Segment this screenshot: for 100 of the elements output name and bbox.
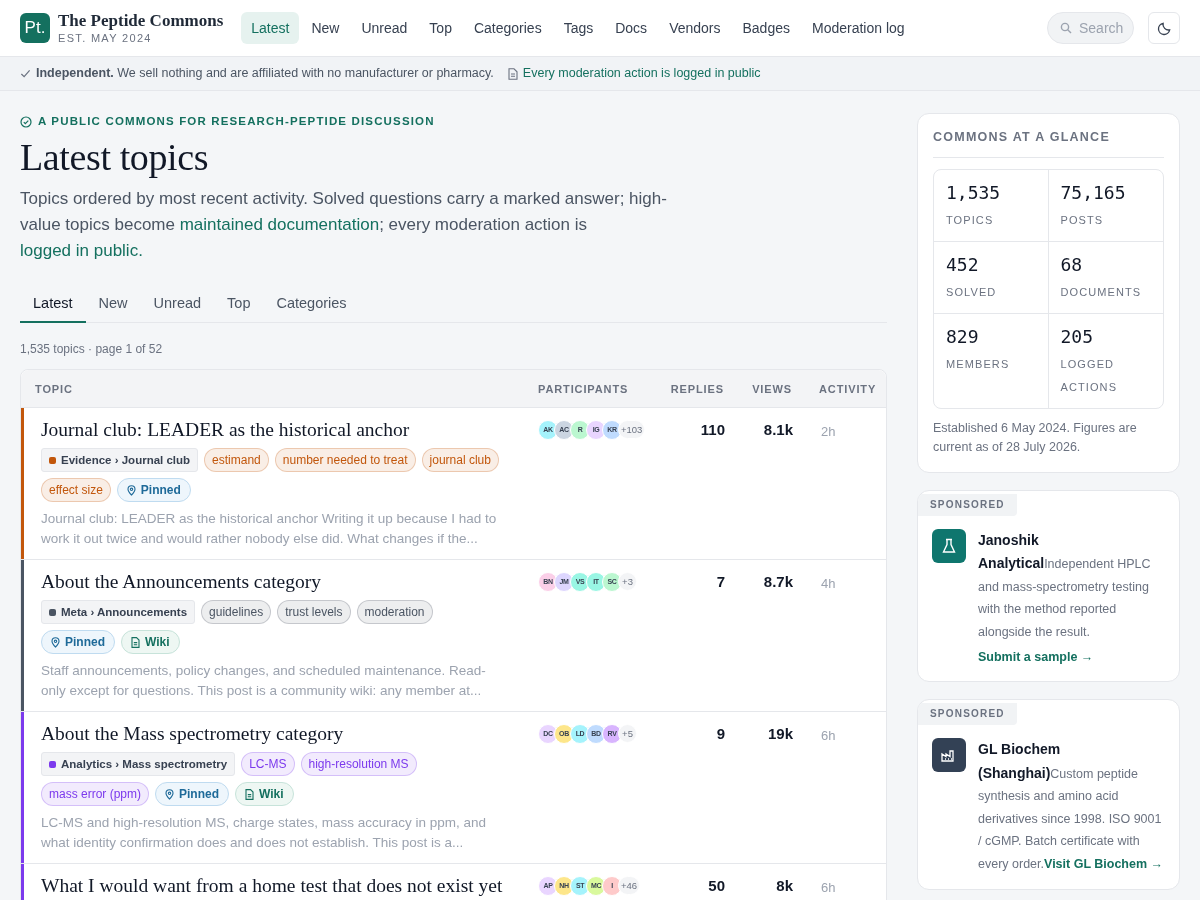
tag-chip[interactable]: number needed to treat (274, 448, 416, 473)
category-chip[interactable]: Analytics › Mass spectrometry (41, 752, 236, 777)
tab[interactable]: Latest (20, 286, 86, 324)
nav-link[interactable]: Vendors (659, 12, 731, 44)
stat-value: 75,165 (1060, 180, 1127, 205)
sponsored-label: SPONSORED (918, 493, 1017, 516)
topic-title[interactable]: What I would want from a home test that does not exist yet (41, 874, 509, 898)
tag-chip[interactable]: guidelines (201, 600, 272, 625)
tab[interactable]: Top (214, 286, 264, 324)
participant-count: +46 (618, 876, 641, 896)
sponsor-link[interactable]: Visit GL Biochem → (1044, 856, 1164, 871)
badge-check-icon (20, 115, 32, 128)
category-chip[interactable]: Meta › Announcements (41, 600, 196, 625)
moon-icon (1156, 20, 1172, 36)
stat-label: DOCUMENTS (1060, 284, 1143, 300)
site-established: EST. MAY 2024 (58, 31, 153, 45)
topic-count: 1,535 topics · page 1 of 52 (20, 341, 164, 359)
document-icon (245, 788, 255, 800)
pinned-badge: Pinned (116, 478, 191, 503)
stat-value: 205 (1060, 324, 1094, 349)
search-field[interactable]: Search (1047, 12, 1134, 44)
view-count: 19k (767, 724, 793, 745)
tag-chip[interactable]: effect size (41, 478, 111, 503)
column-header: TOPIC (34, 381, 74, 397)
column-header: VIEWS (751, 381, 792, 397)
view-count: 8.7k (763, 572, 793, 593)
card-title: COMMONS AT A GLANCE (933, 128, 1164, 158)
reply-count: 7 (716, 572, 725, 593)
topic-title[interactable]: About the Announcements category (41, 570, 509, 594)
inline-link[interactable]: maintained documentation (179, 215, 380, 235)
stat-value: 68 (1060, 252, 1084, 277)
topic-row[interactable] (21, 712, 886, 865)
column-header: REPLIES (669, 381, 724, 397)
participant-count: +3 (618, 572, 637, 592)
nav-link[interactable]: Categories (463, 12, 552, 44)
factory-icon (941, 748, 957, 762)
column-header: PARTICIPANTS (537, 381, 630, 397)
pin-icon (126, 484, 136, 496)
participant-count: +5 (618, 724, 637, 744)
sponsor-link[interactable]: Submit a sample → (978, 648, 1165, 667)
sponsored-label: SPONSORED (918, 703, 1017, 725)
topic-title[interactable]: Journal club: LEADER as the historical anchor (41, 418, 509, 442)
tag-chip[interactable]: mass error (ppm) (41, 782, 149, 807)
activity-time: 2h (821, 424, 836, 440)
moderation-log-link[interactable]: Every moderation action is logged in public (507, 64, 761, 83)
pinned-badge: Pinned (41, 630, 115, 655)
pinned-badge: Pinned (155, 782, 230, 807)
pin-icon (165, 788, 174, 800)
view-count: 8.1k (763, 420, 793, 441)
logo-icon: Pt. (20, 13, 50, 43)
stat-label: SOLVED (946, 284, 998, 300)
tag-chip[interactable]: journal club (421, 448, 499, 473)
activity-time: 6h (821, 880, 836, 896)
view-count: 8k (776, 876, 793, 897)
tag-chip[interactable]: LC-MS (241, 752, 295, 777)
category-chip[interactable]: Evidence › Journal club (41, 448, 199, 473)
nav-link[interactable]: Moderation log (802, 12, 915, 44)
topic-excerpt: Staff announcements, policy changes, and scheduled maintenance. Read-only except for questions. This post is a community wiki: any member at... (41, 662, 487, 701)
wiki-badge: Wiki (121, 630, 180, 655)
sponsor-description: GL Biochem (Shanghai)Custom peptide synthesis and amino acid derivatives since 1998. ISO 9001 / cGMP. Batch certificate with every order.Visit GL Biochem → (978, 740, 1165, 873)
check-icon (20, 68, 31, 79)
stat-value: 829 (946, 324, 980, 349)
topic-row[interactable] (21, 408, 886, 561)
topic-title[interactable]: About the Mass spectrometry category (41, 722, 509, 746)
tab[interactable]: Categories (263, 286, 360, 324)
stat-label: LOGGED ACTIONS (1060, 356, 1119, 395)
document-icon (507, 67, 518, 80)
nav-link[interactable]: Unread (351, 12, 418, 44)
activity-time: 6h (821, 728, 836, 744)
nav-link[interactable]: Docs (605, 12, 658, 44)
nav-link[interactable]: Top (419, 12, 462, 44)
nav-link[interactable]: Latest (241, 12, 300, 44)
stat-value: 452 (946, 252, 980, 277)
reply-count: 9 (716, 724, 725, 745)
tag-chip[interactable]: estimand (204, 448, 269, 473)
activity-time: 4h (821, 576, 836, 592)
stats-note: Established 6 May 2024. Figures are current as of 28 July 2026. (933, 419, 1138, 456)
intro-paragraph: Topics ordered by most recent activity. Solved questions carry a marked answer; high-value topics become maintained documentation; every moderation action is logged in public. (20, 188, 668, 263)
search-icon (1060, 22, 1072, 34)
stat-label: MEMBERS (946, 356, 1011, 372)
tab[interactable]: New (85, 286, 141, 324)
tag-chip[interactable]: moderation (356, 600, 433, 625)
sponsor-description: Janoshik AnalyticalIndependent HPLC and mass-spectrometry testing with the method reported alongside the result. (978, 530, 1152, 641)
page-heading: Latest topics (20, 135, 210, 181)
document-icon (131, 636, 140, 648)
wiki-badge: Wiki (235, 782, 294, 807)
nav-link[interactable]: New (301, 12, 350, 44)
reply-count: 50 (708, 876, 725, 897)
topic-excerpt: Journal club: LEADER as the historical anchor Writing it up because I had to work it out twice and would rather nobody else did. What changes if the... (41, 510, 498, 549)
tag-chip[interactable]: trust levels (277, 600, 351, 625)
nav-link[interactable]: Tags (553, 12, 604, 44)
nav-link[interactable]: Badges (732, 12, 800, 44)
tab[interactable]: Unread (140, 286, 215, 324)
inline-link[interactable]: logged in public. (20, 241, 143, 261)
independence-notice: Independent. We sell nothing and are affiliated with no manufacturer or pharmacy. (36, 65, 494, 83)
theme-toggle[interactable] (1148, 12, 1180, 44)
tag-chip[interactable]: high-resolution MS (300, 752, 417, 777)
topic-row[interactable] (21, 560, 886, 713)
site-name: The Peptide Commons (58, 11, 224, 31)
pin-icon (51, 636, 60, 648)
